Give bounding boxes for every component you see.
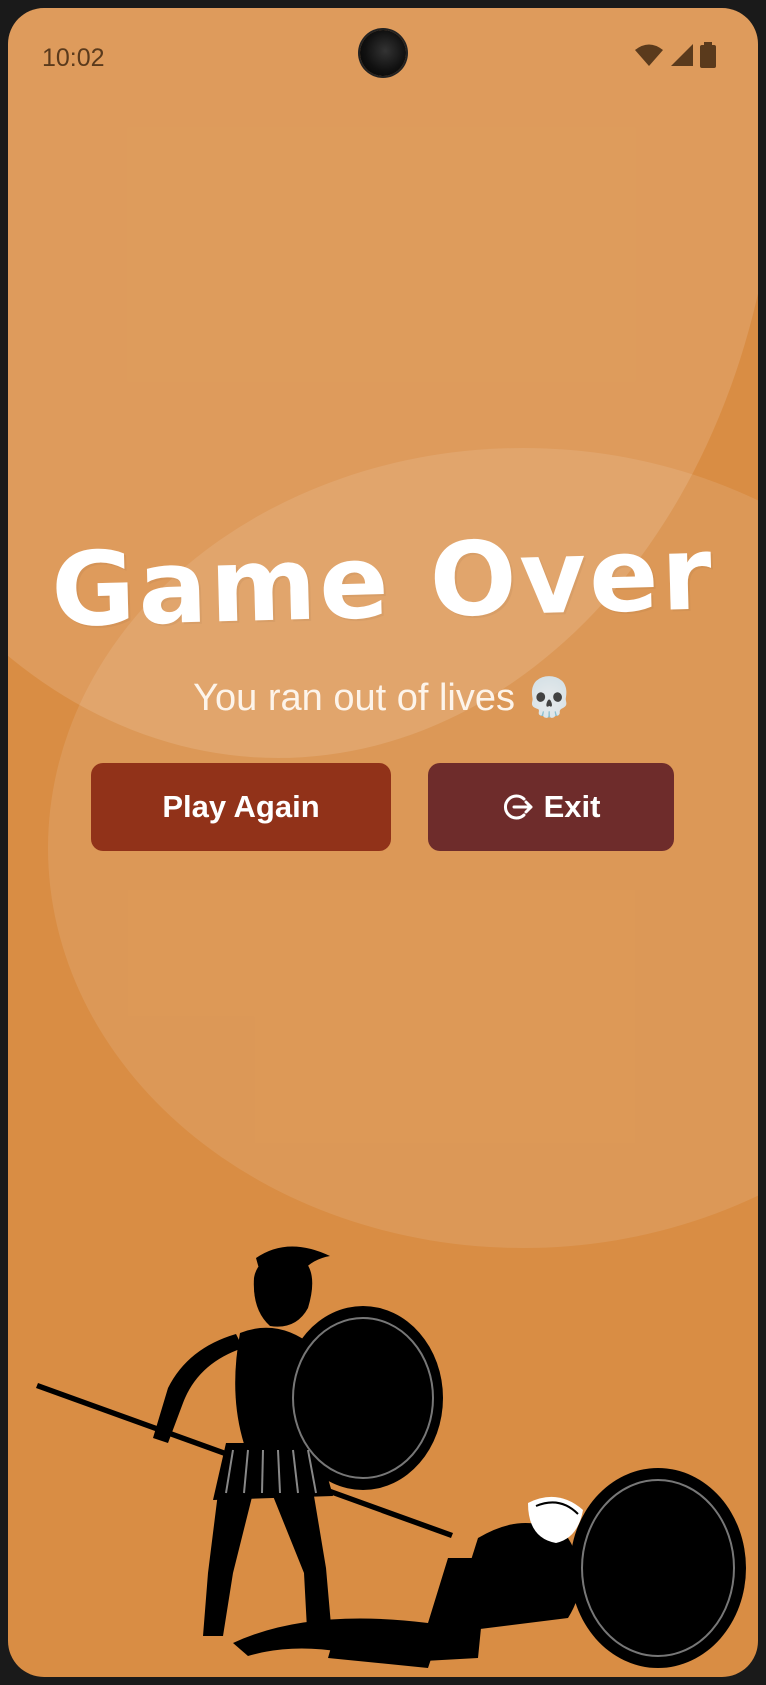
system-icons	[634, 42, 716, 68]
status-bar: 10:02	[8, 8, 758, 108]
spartan-warriors-illustration	[36, 1246, 746, 1668]
play-again-label: Play Again	[162, 789, 320, 824]
exit-label: Exit	[543, 789, 601, 824]
front-camera	[360, 30, 406, 76]
battery-icon	[700, 42, 716, 68]
game-over-title: Game Over	[49, 514, 717, 651]
game-over-screen: 10:02 Game Over You ran out of lives 💀 P…	[8, 8, 758, 1677]
cellular-signal-icon	[671, 44, 693, 66]
logout-icon	[503, 794, 533, 820]
status-time: 10:02	[42, 44, 105, 72]
game-over-subtitle: You ran out of lives 💀	[193, 677, 573, 719]
wifi-icon	[635, 44, 663, 66]
play-again-button[interactable]: Play Again	[91, 763, 391, 851]
game-over-panel: Game Over You ran out of lives 💀	[8, 514, 758, 720]
exit-button[interactable]: Exit	[428, 763, 674, 851]
